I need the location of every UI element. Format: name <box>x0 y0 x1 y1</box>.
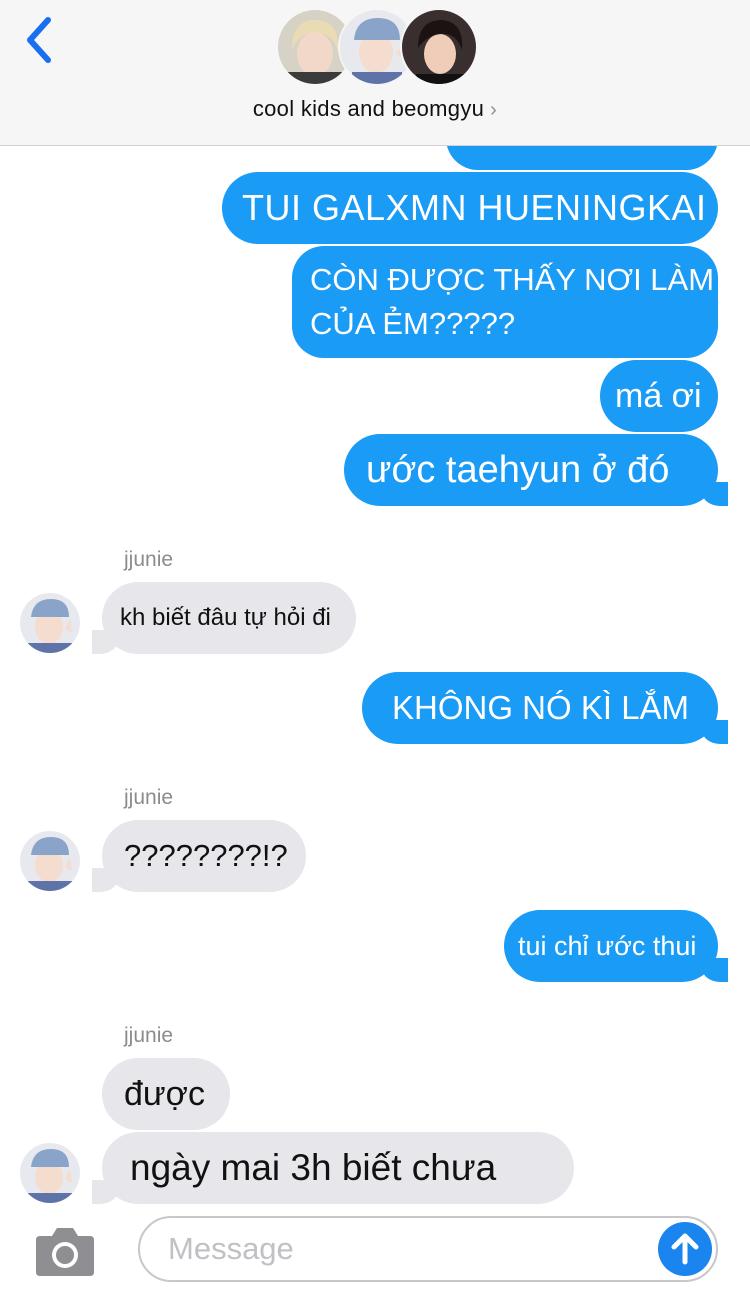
message-bubble-incoming[interactable]: ngày mai 3h biết chưa <box>92 1132 574 1204</box>
message-text: ????????!? <box>124 838 288 873</box>
message-text: má ơi <box>615 376 702 415</box>
avatar-blue-hat <box>20 831 80 891</box>
message-bubble-incoming[interactable]: ????????!? <box>92 820 306 892</box>
message-bubble-outgoing[interactable]: TUI GALXMN HUENINGKAI <box>222 172 718 244</box>
message-bubble-outgoing[interactable] <box>446 146 718 170</box>
message-bubble-outgoing[interactable]: ước taehyun ở đó <box>344 434 728 506</box>
message-text: được <box>124 1074 205 1113</box>
chevron-right-icon: › <box>490 99 498 121</box>
camera-button[interactable] <box>34 1224 96 1278</box>
sender-name: jjunie <box>124 1024 174 1047</box>
chevron-left-icon <box>27 17 51 63</box>
message-text-line-2: CỦA ẺM????? <box>310 306 516 341</box>
send-button[interactable] <box>658 1222 712 1276</box>
sender-avatar[interactable] <box>20 1143 80 1203</box>
message-bubble-incoming[interactable]: kh biết đâu tự hỏi đi <box>92 582 356 654</box>
message-composer: Message <box>0 1206 750 1294</box>
message-text: ước taehyun ở đó <box>366 448 670 491</box>
message-bubble-outgoing[interactable]: KHÔNG NÓ KÌ LẮM <box>362 672 728 744</box>
avatar-blue-hat <box>20 1143 80 1203</box>
sender-name: jjunie <box>124 548 174 571</box>
avatar-blue-hat <box>20 593 80 653</box>
message-text-line-1: CÒN ĐƯỢC THẤY NƠI LÀM VIỆC <box>310 262 718 297</box>
arrow-up-icon <box>671 1233 699 1265</box>
message-bubble-outgoing[interactable]: má ơi <box>600 360 718 432</box>
message-thread[interactable]: TUI GALXMN HUENINGKAI CÒN ĐƯỢC THẤY NƠI … <box>0 146 750 1206</box>
message-text: KHÔNG NÓ KÌ LẮM <box>392 689 690 726</box>
group-name-label: cool kids and beomgyu <box>252 96 485 121</box>
sender-avatar[interactable] <box>20 593 80 653</box>
group-name[interactable]: cool kids and beomgyu › <box>0 96 750 122</box>
message-bubble-incoming[interactable]: được <box>102 1058 230 1130</box>
message-text: ngày mai 3h biết chưa <box>130 1147 497 1188</box>
message-text: TUI GALXMN HUENINGKAI <box>242 187 707 228</box>
sender-avatar[interactable] <box>20 831 80 891</box>
message-text: tui chỉ ước thui <box>518 930 697 961</box>
message-bubble-outgoing[interactable]: tui chỉ ước thui <box>504 910 728 982</box>
avatar-dark-hair <box>400 8 478 86</box>
message-text: kh biết đâu tự hỏi đi <box>120 604 331 631</box>
message-bubble-outgoing[interactable]: CÒN ĐƯỢC THẤY NƠI LÀM VIỆC CỦA ẺM????? <box>292 246 718 358</box>
conversation-header: cool kids and beomgyu › <box>0 0 750 146</box>
back-button[interactable] <box>20 14 60 66</box>
message-input-placeholder: Message <box>168 1231 294 1266</box>
message-input[interactable]: Message <box>138 1216 718 1282</box>
camera-icon <box>36 1228 94 1276</box>
group-avatars[interactable] <box>276 8 478 88</box>
sender-name: jjunie <box>124 786 174 809</box>
